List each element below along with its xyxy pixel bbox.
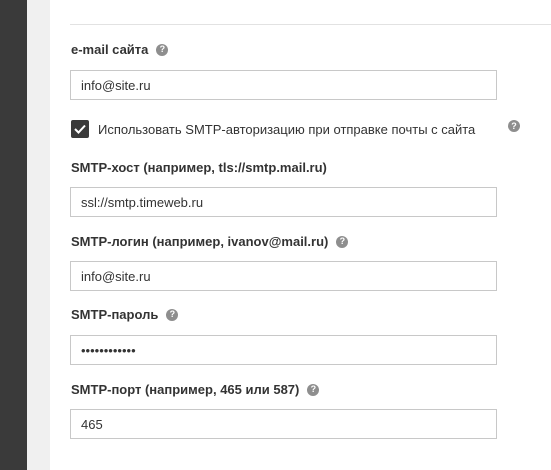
- smtp-login-label-text: SMTP-логин (например, ivanov@mail.ru): [71, 234, 329, 249]
- email-label: e-mail сайта ?: [71, 42, 169, 57]
- smtp-host-label-text: SMTP-хост (например, tls://smtp.mail.ru): [71, 160, 327, 175]
- smtp-auth-label: Использовать SMTP-авторизацию при отправ…: [98, 121, 476, 137]
- smtp-password-field[interactable]: [70, 335, 497, 365]
- smtp-port-label-text: SMTP-порт (например, 465 или 587): [71, 382, 300, 397]
- smtp-host-label: SMTP-хост (например, tls://smtp.mail.ru): [71, 160, 327, 175]
- email-field[interactable]: [70, 70, 497, 100]
- question-circle-icon[interactable]: ?: [156, 43, 169, 56]
- smtp-auth-checkbox[interactable]: [71, 120, 89, 138]
- smtp-auth-checkbox-row[interactable]: Использовать SMTP-авторизацию при отправ…: [71, 120, 475, 138]
- smtp-login-field[interactable]: [70, 261, 497, 291]
- page-gutter: [27, 0, 50, 470]
- smtp-port-field[interactable]: [70, 409, 497, 439]
- question-circle-icon[interactable]: ?: [508, 120, 520, 132]
- question-circle-icon[interactable]: ?: [166, 308, 179, 321]
- smtp-password-label: SMTP-пароль ?: [71, 307, 179, 322]
- smtp-host-field[interactable]: [70, 187, 497, 217]
- sidebar-strip: [0, 0, 27, 470]
- smtp-port-label: SMTP-порт (например, 465 или 587) ?: [71, 382, 320, 397]
- smtp-login-label: SMTP-логин (например, ivanov@mail.ru) ?: [71, 234, 349, 249]
- section-divider: [70, 24, 551, 25]
- smtp-password-label-text: SMTP-пароль: [71, 307, 159, 322]
- checkmark-icon: [74, 124, 86, 134]
- email-label-text: e-mail сайта: [71, 42, 149, 57]
- question-circle-icon[interactable]: ?: [307, 383, 320, 396]
- question-circle-icon[interactable]: ?: [336, 235, 349, 248]
